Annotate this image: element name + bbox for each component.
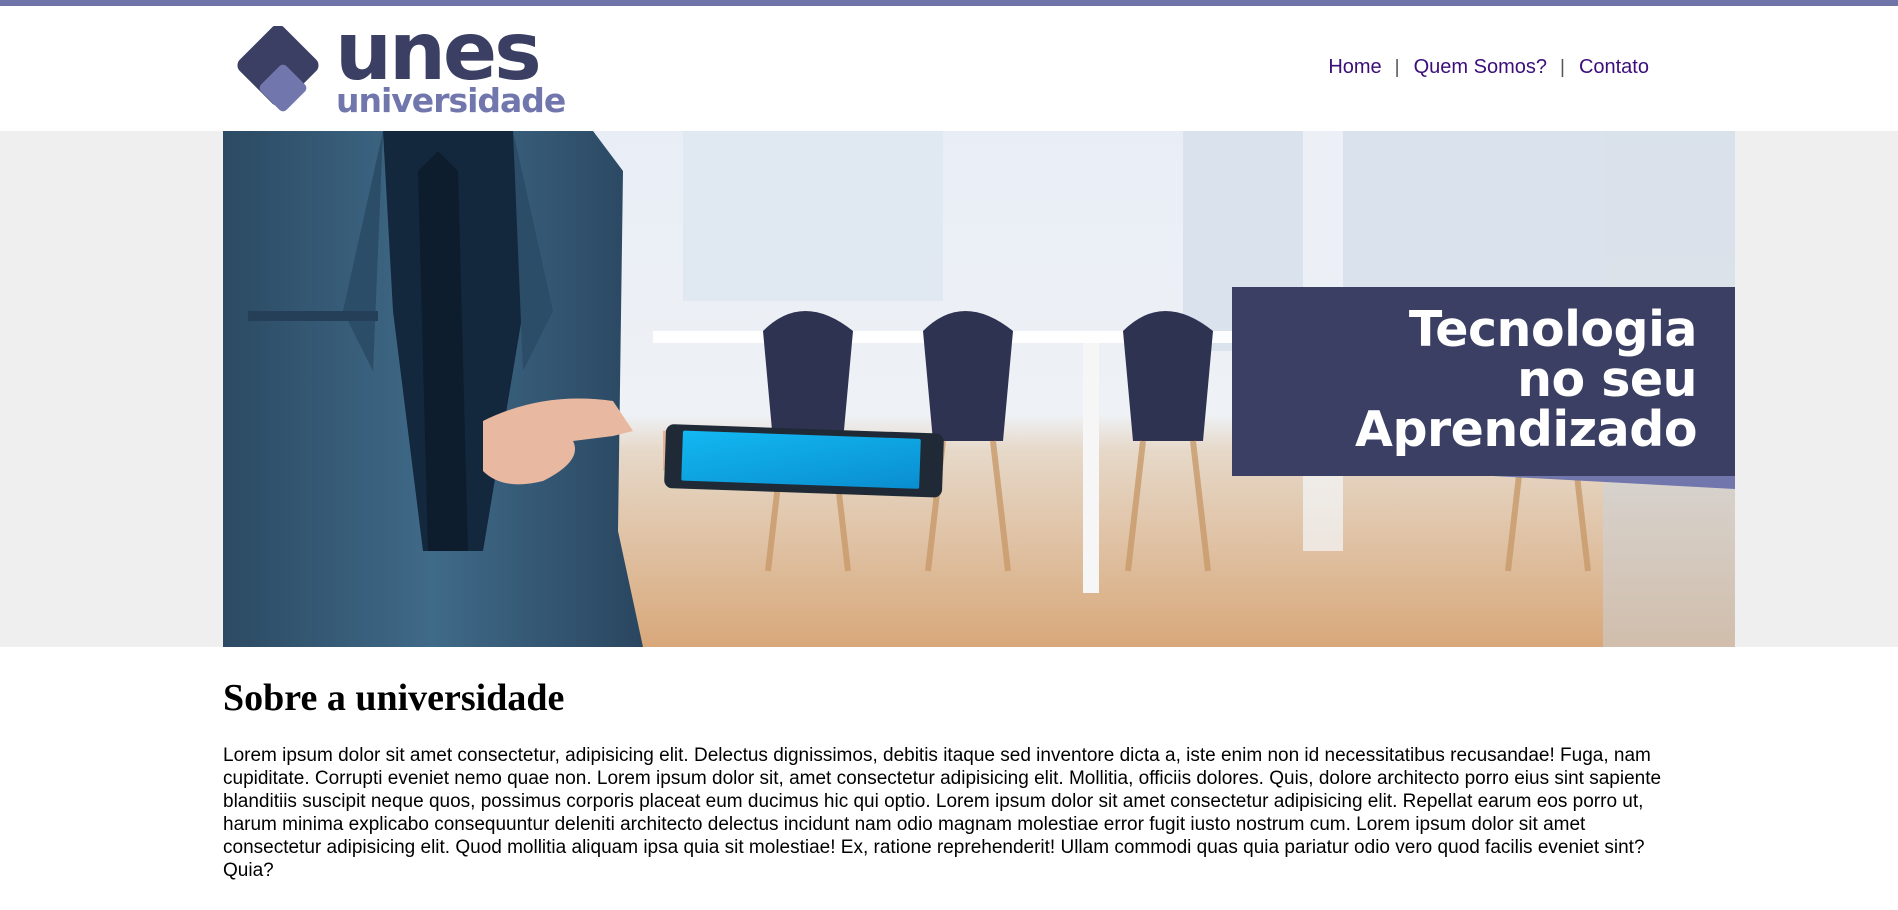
tagline-line: Aprendizado [1355, 401, 1697, 458]
logo-subtitle: universidade [336, 81, 566, 120]
about-heading: Sobre a universidade [223, 677, 565, 719]
nav-link-quem-somos[interactable]: Quem Somos? [1414, 56, 1547, 79]
hero-banner: Tecnologia no seu Aprendizado [223, 131, 1735, 647]
nav-separator: | [1560, 56, 1565, 78]
nav-separator: | [1394, 56, 1400, 78]
logo-wordmark: unes [335, 5, 542, 98]
site-header: unes universidade Home | Quem Somos? | C… [0, 6, 1898, 131]
tagline-line: Tecnologia [1408, 301, 1698, 358]
logo[interactable]: unes universidade [233, 12, 566, 126]
nav-link-contato[interactable]: Contato [1579, 56, 1649, 79]
logo-diamond-icon [237, 26, 319, 112]
main-nav: Home | Quem Somos? | Contato [1328, 56, 1649, 79]
hero-tagline: Tecnologia no seu Aprendizado [1355, 305, 1697, 455]
tagline-accent-shape [1493, 476, 1735, 489]
nav-link-home[interactable]: Home [1328, 56, 1381, 79]
tagline-line: no seu [1517, 351, 1697, 408]
about-section: Sobre a universidade Lorem ipsum dolor s… [223, 672, 1683, 882]
about-paragraph: Lorem ipsum dolor sit amet consectetur, … [223, 745, 1662, 881]
hero-tagline-box: Tecnologia no seu Aprendizado [1232, 287, 1735, 476]
